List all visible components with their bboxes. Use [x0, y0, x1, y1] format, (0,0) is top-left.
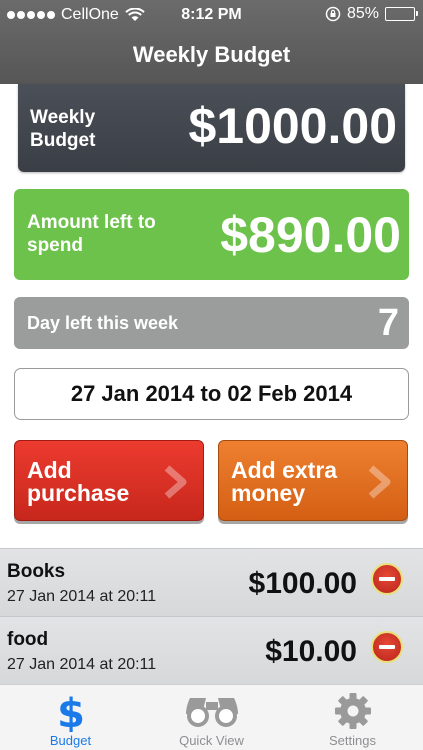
amount-left-value: $890.00 [220, 207, 401, 263]
tab-label: Settings [329, 733, 376, 748]
tab-budget[interactable]: $ Budget [0, 685, 141, 750]
battery-percent: 85% [346, 5, 379, 22]
battery-icon [385, 7, 418, 21]
chevron-right-icon [368, 465, 391, 499]
tab-label: Quick View [179, 733, 244, 748]
gear-icon [334, 693, 371, 729]
purchase-amount: $100.00 [248, 567, 357, 600]
purchase-amount: $10.00 [265, 635, 357, 668]
purchase-name: Books [7, 561, 66, 582]
amount-left-label: Amount left to spend [27, 212, 156, 256]
weekly-budget-label: Weekly Budget [30, 107, 96, 151]
weekly-budget-amount: $1000.00 [188, 98, 397, 154]
tab-bar: $ Budget Quick View Settings [0, 684, 423, 750]
remove-icon[interactable] [371, 563, 403, 595]
days-left-label: Day left this week [27, 313, 179, 333]
rotation-lock-icon [325, 6, 341, 22]
tab-label: Budget [49, 733, 92, 748]
days-left-card: Day left this week 7 [14, 297, 409, 349]
header: CellOne 8:12 PM 85% Weekly Budget [0, 0, 423, 84]
days-left-value: 7 [377, 302, 399, 344]
weekly-budget-card: Weekly Budget $1000.00 [18, 84, 405, 172]
dollar-icon: $ [57, 692, 85, 732]
purchase-name: food [7, 629, 49, 650]
add-purchase-button[interactable]: Add purchase [14, 440, 204, 521]
status-right: 85% [325, 5, 418, 23]
amount-left-card: Amount left to spend $890.00 [14, 189, 409, 280]
purchase-time: 27 Jan 2014 at 20:11 [7, 588, 157, 605]
page-title: Weekly Budget [132, 42, 291, 67]
purchase-time: 27 Jan 2014 at 20:11 [7, 656, 157, 673]
status-bar: CellOne 8:12 PM 85% [0, 0, 423, 28]
date-range-field[interactable]: 27 Jan 2014 to 02 Feb 2014 [14, 368, 409, 420]
add-extra-money-button[interactable]: Add extra money [218, 440, 408, 521]
svg-text:$: $ [57, 692, 85, 732]
chevron-right-icon [164, 465, 187, 499]
tab-quick-view[interactable]: Quick View [141, 685, 282, 750]
binoculars-icon [185, 698, 238, 727]
tab-settings[interactable]: Settings [282, 685, 423, 750]
list-item[interactable]: food 27 Jan 2014 at 20:11 $10.00 [0, 616, 423, 684]
list-item[interactable]: Books 27 Jan 2014 at 20:11 $100.00 [0, 548, 423, 616]
add-purchase-label: Add purchase [27, 457, 130, 506]
add-extra-money-label: Add extra money [231, 457, 338, 506]
remove-icon[interactable] [371, 631, 403, 663]
